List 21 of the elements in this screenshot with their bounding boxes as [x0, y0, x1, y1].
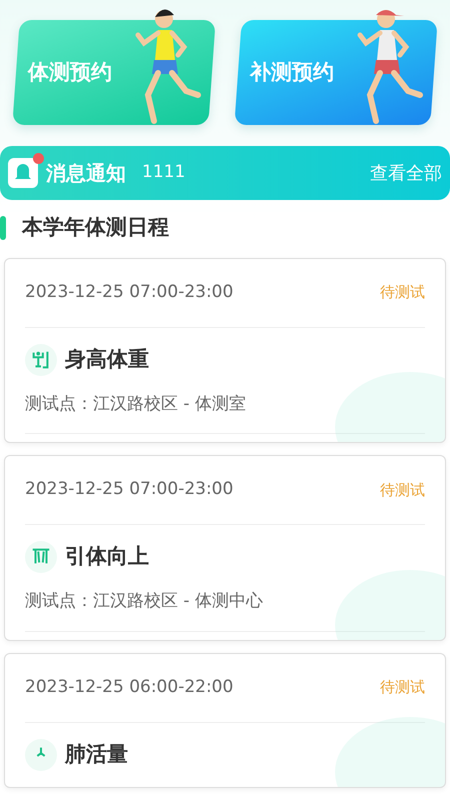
schedule-time: 2023-12-25 07:00-23:00: [25, 280, 234, 304]
schedule-time: 2023-12-25 07:00-23:00: [25, 478, 234, 502]
test-item-name: 肺活量: [65, 740, 128, 768]
notice-count: 1111: [142, 161, 186, 184]
test-item-icon: [25, 344, 57, 376]
test-item-name: 引体向上: [65, 543, 149, 570]
test-item-icon: [25, 541, 57, 573]
schedule-card[interactable]: 2023-12-25 07:00-23:00 待测试 引体向上 测试点：江汉路校区 - 体测中心: [4, 455, 446, 640]
accent-bar: [0, 216, 6, 240]
section-title: 本学年体测日程: [22, 214, 169, 241]
test-location: 测试点：江汉路校区 - 体测中心: [25, 590, 264, 613]
schedule-card[interactable]: 2023-12-25 07:00-23:00 待测试 身高体重 测试点：江汉路校区 - 体测室: [4, 258, 446, 443]
status-label: 待测试: [380, 282, 425, 304]
notice-title: 消息通知: [46, 160, 126, 187]
status-label: 待测试: [380, 677, 425, 698]
schedule-time: 2023-12-25 06:00-22:00: [25, 676, 234, 699]
schedule-card[interactable]: 2023-12-25 06:00-22:00 待测试 肺活量: [4, 652, 446, 788]
test-location: 测试点：江汉路校区 - 体测室: [25, 392, 247, 416]
test-item-name: 身高体重: [65, 346, 149, 373]
status-label: 待测试: [380, 480, 425, 501]
test-item-icon: [25, 738, 57, 770]
